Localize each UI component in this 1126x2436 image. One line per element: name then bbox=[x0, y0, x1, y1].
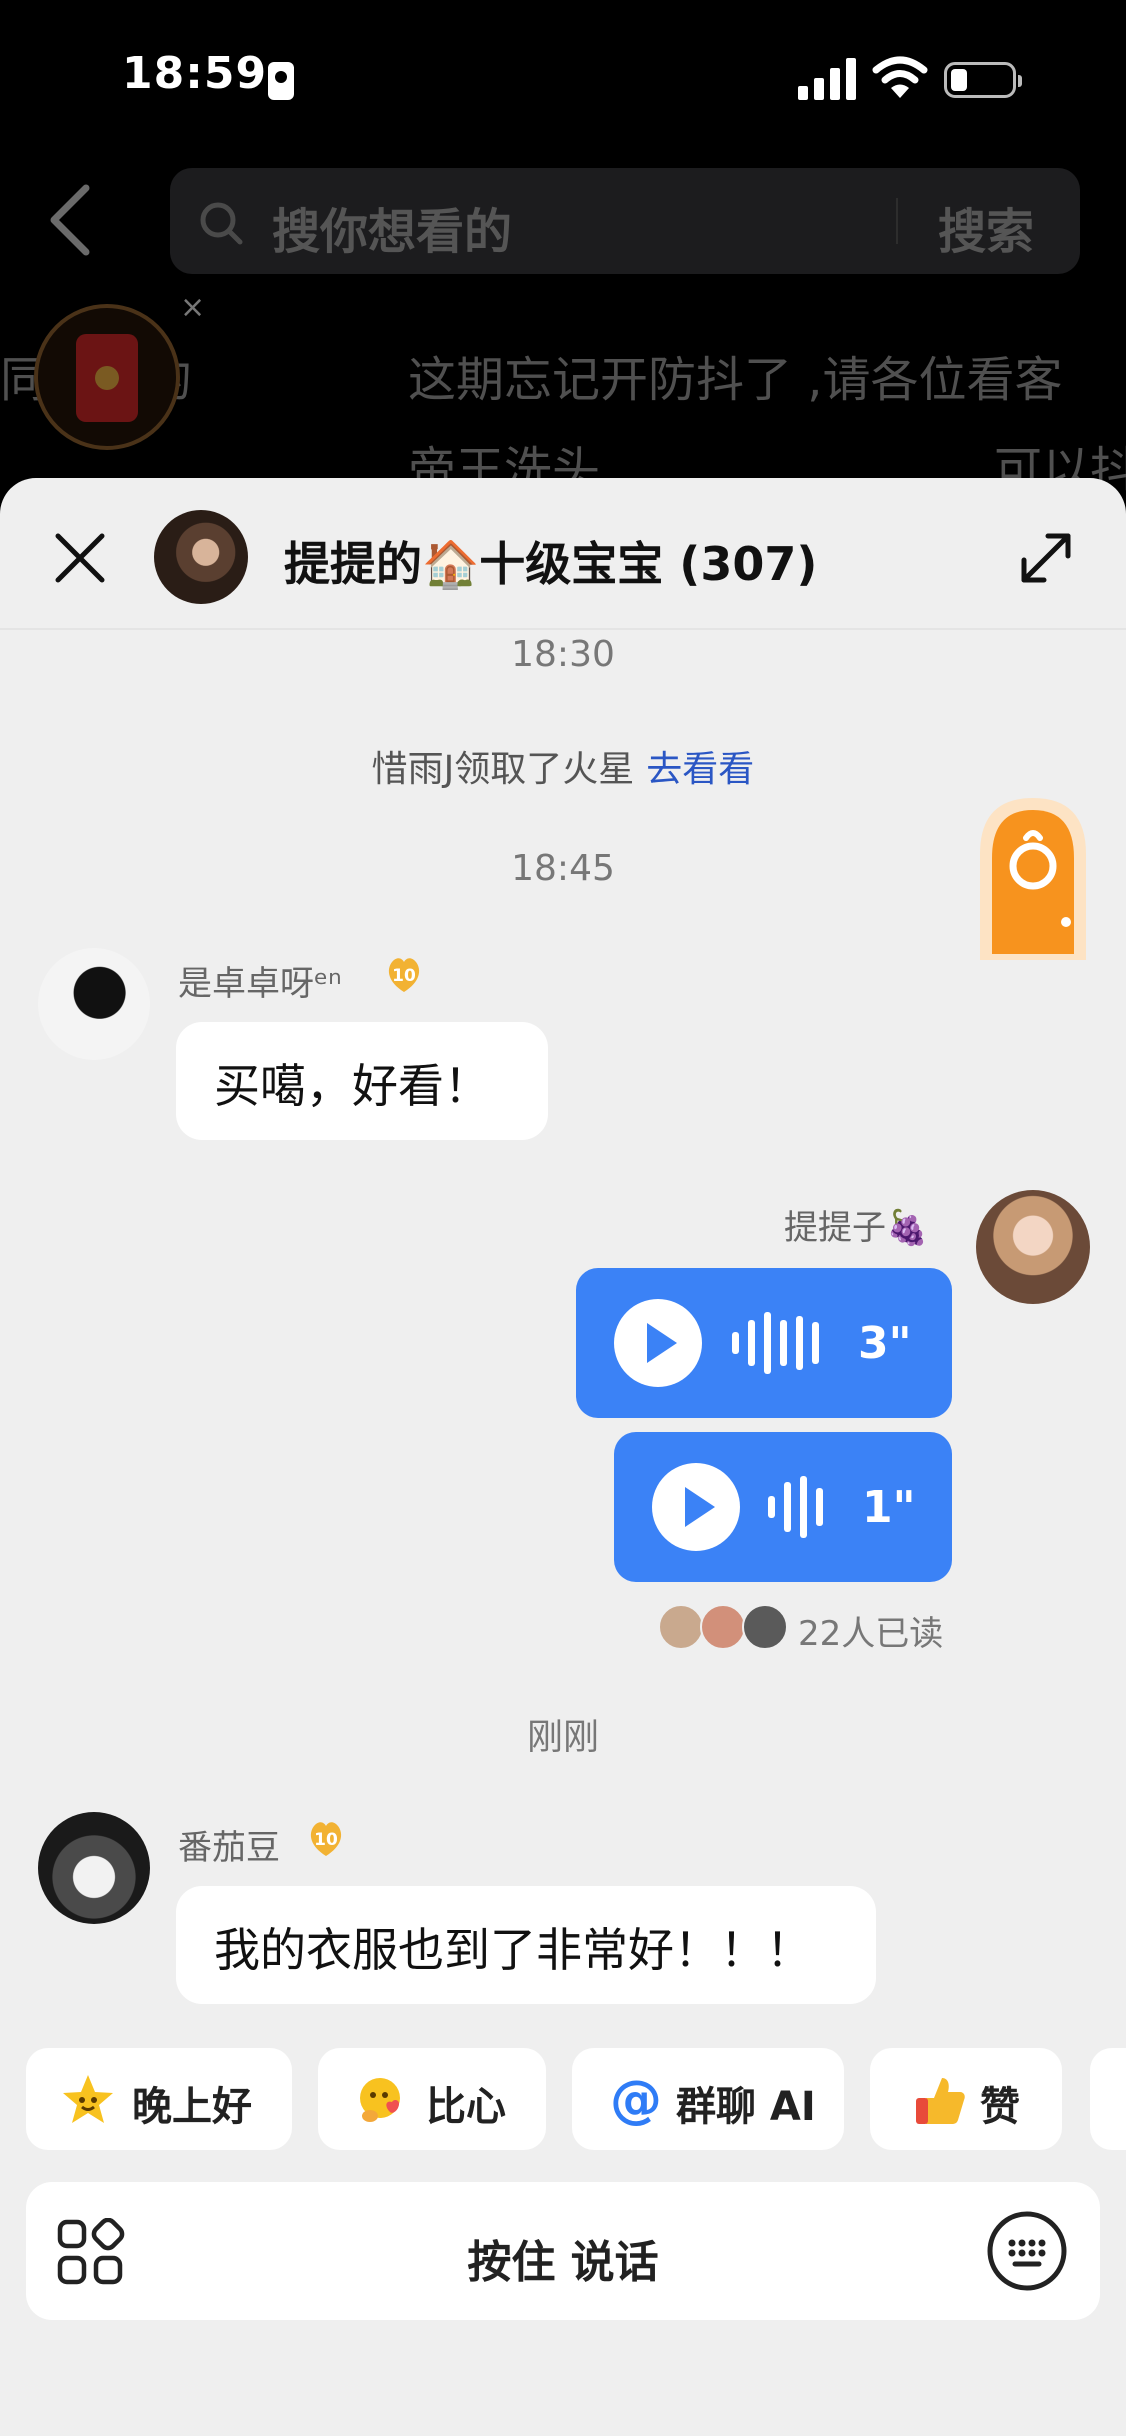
quick-reply-chip-overflow[interactable] bbox=[1090, 2048, 1126, 2150]
heart-hands-emoji-icon bbox=[360, 2078, 400, 2122]
red-envelope-icon bbox=[76, 334, 138, 422]
level-badge-text: 10 bbox=[392, 966, 416, 986]
status-time: 18:59 bbox=[122, 48, 268, 99]
close-icon[interactable] bbox=[54, 532, 106, 584]
group-title[interactable]: 提提的🏠十级宝宝 (307) bbox=[284, 528, 817, 594]
quick-reply-label: 比心 bbox=[426, 2084, 506, 2130]
cellular-signal-icon bbox=[798, 56, 856, 100]
sender-name[interactable]: 是卓卓呀ᵉⁿ bbox=[178, 956, 342, 1005]
video-caption-line1: 这期忘记开防抖了 ,请各位看客 bbox=[408, 352, 1063, 408]
sender-avatar[interactable] bbox=[38, 948, 150, 1060]
read-receipt[interactable]: 22人已读 bbox=[798, 1606, 943, 1655]
voice-message[interactable]: 1" bbox=[614, 1432, 952, 1582]
sender-avatar[interactable] bbox=[976, 1190, 1090, 1304]
sender-name[interactable]: 番茄豆 bbox=[178, 1820, 280, 1869]
system-message-link[interactable]: 去看看 bbox=[646, 749, 754, 790]
quick-reply-chip[interactable]: 比心 bbox=[318, 2048, 546, 2150]
keyboard-icon[interactable] bbox=[986, 2210, 1068, 2292]
search-icon bbox=[200, 202, 243, 245]
status-bar: 18:59 bbox=[0, 0, 1126, 160]
sim-card-icon bbox=[268, 62, 294, 100]
search-button[interactable]: 搜索 bbox=[938, 192, 1034, 262]
voice-input-bar[interactable]: 按住 说话 bbox=[26, 2182, 1100, 2320]
level-badge-text: 10 bbox=[314, 1830, 338, 1850]
message-bubble[interactable]: 买噶，好看！ bbox=[176, 1022, 548, 1140]
quick-reply-chip[interactable]: @ 群聊 AI bbox=[572, 2048, 844, 2150]
voice-duration: 1" bbox=[862, 1482, 916, 1533]
red-packet-close-icon[interactable]: × bbox=[180, 290, 205, 325]
quick-reply-label: 群聊 AI bbox=[676, 2084, 816, 2130]
quick-reply-label: 赞 bbox=[980, 2084, 1020, 2130]
level-badge-icon: 10 bbox=[388, 958, 420, 992]
svg-text:@: @ bbox=[610, 2072, 662, 2128]
wifi-icon bbox=[872, 56, 928, 98]
sender-avatar[interactable] bbox=[38, 1812, 150, 1924]
chat-header: 提提的🏠十级宝宝 (307) bbox=[0, 478, 1126, 630]
reader-avatar bbox=[742, 1604, 788, 1650]
timestamp: 18:30 bbox=[511, 634, 615, 675]
red-packet-widget[interactable] bbox=[34, 304, 180, 450]
expand-icon[interactable] bbox=[1018, 530, 1074, 586]
search-placeholder: 搜你想看的 bbox=[272, 204, 513, 260]
thumbs-up-emoji-icon bbox=[916, 2078, 965, 2124]
quick-reply-chip[interactable]: 晚上好 bbox=[26, 2048, 292, 2150]
timestamp: 刚刚 bbox=[526, 1717, 599, 1758]
play-icon[interactable] bbox=[614, 1299, 702, 1387]
star-face-emoji-icon bbox=[63, 2075, 113, 2123]
search-divider bbox=[896, 198, 898, 244]
search-bar[interactable]: 搜你想看的 搜索 bbox=[170, 168, 1080, 274]
hold-to-talk-label[interactable]: 按住 说话 bbox=[26, 2226, 1100, 2290]
battery-icon bbox=[944, 62, 1022, 98]
voice-duration: 3" bbox=[858, 1318, 912, 1369]
at-icon: @ bbox=[610, 2072, 662, 2128]
message-bubble[interactable]: 我的衣服也到了非常好！！！ bbox=[176, 1886, 876, 2004]
back-arrow-icon[interactable] bbox=[40, 180, 100, 260]
quick-reply-chip[interactable]: 赞 bbox=[870, 2048, 1062, 2150]
timestamp: 18:45 bbox=[511, 848, 615, 889]
level-badge-icon: 10 bbox=[310, 1822, 342, 1856]
group-avatar[interactable] bbox=[154, 510, 248, 604]
sender-name[interactable]: 提提子🍇 bbox=[784, 1200, 928, 1249]
voice-message[interactable]: 3" bbox=[576, 1268, 952, 1418]
reader-avatar bbox=[658, 1604, 704, 1650]
voice-wave-icon bbox=[768, 1476, 823, 1538]
voice-wave-icon bbox=[732, 1312, 822, 1374]
system-message-text: 惜雨J领取了火星 bbox=[371, 749, 635, 790]
system-message: 惜雨J领取了火星 去看看 bbox=[0, 740, 1126, 792]
quick-reply-label: 晚上好 bbox=[132, 2084, 252, 2130]
reader-avatar bbox=[700, 1604, 746, 1650]
play-icon[interactable] bbox=[652, 1463, 740, 1551]
